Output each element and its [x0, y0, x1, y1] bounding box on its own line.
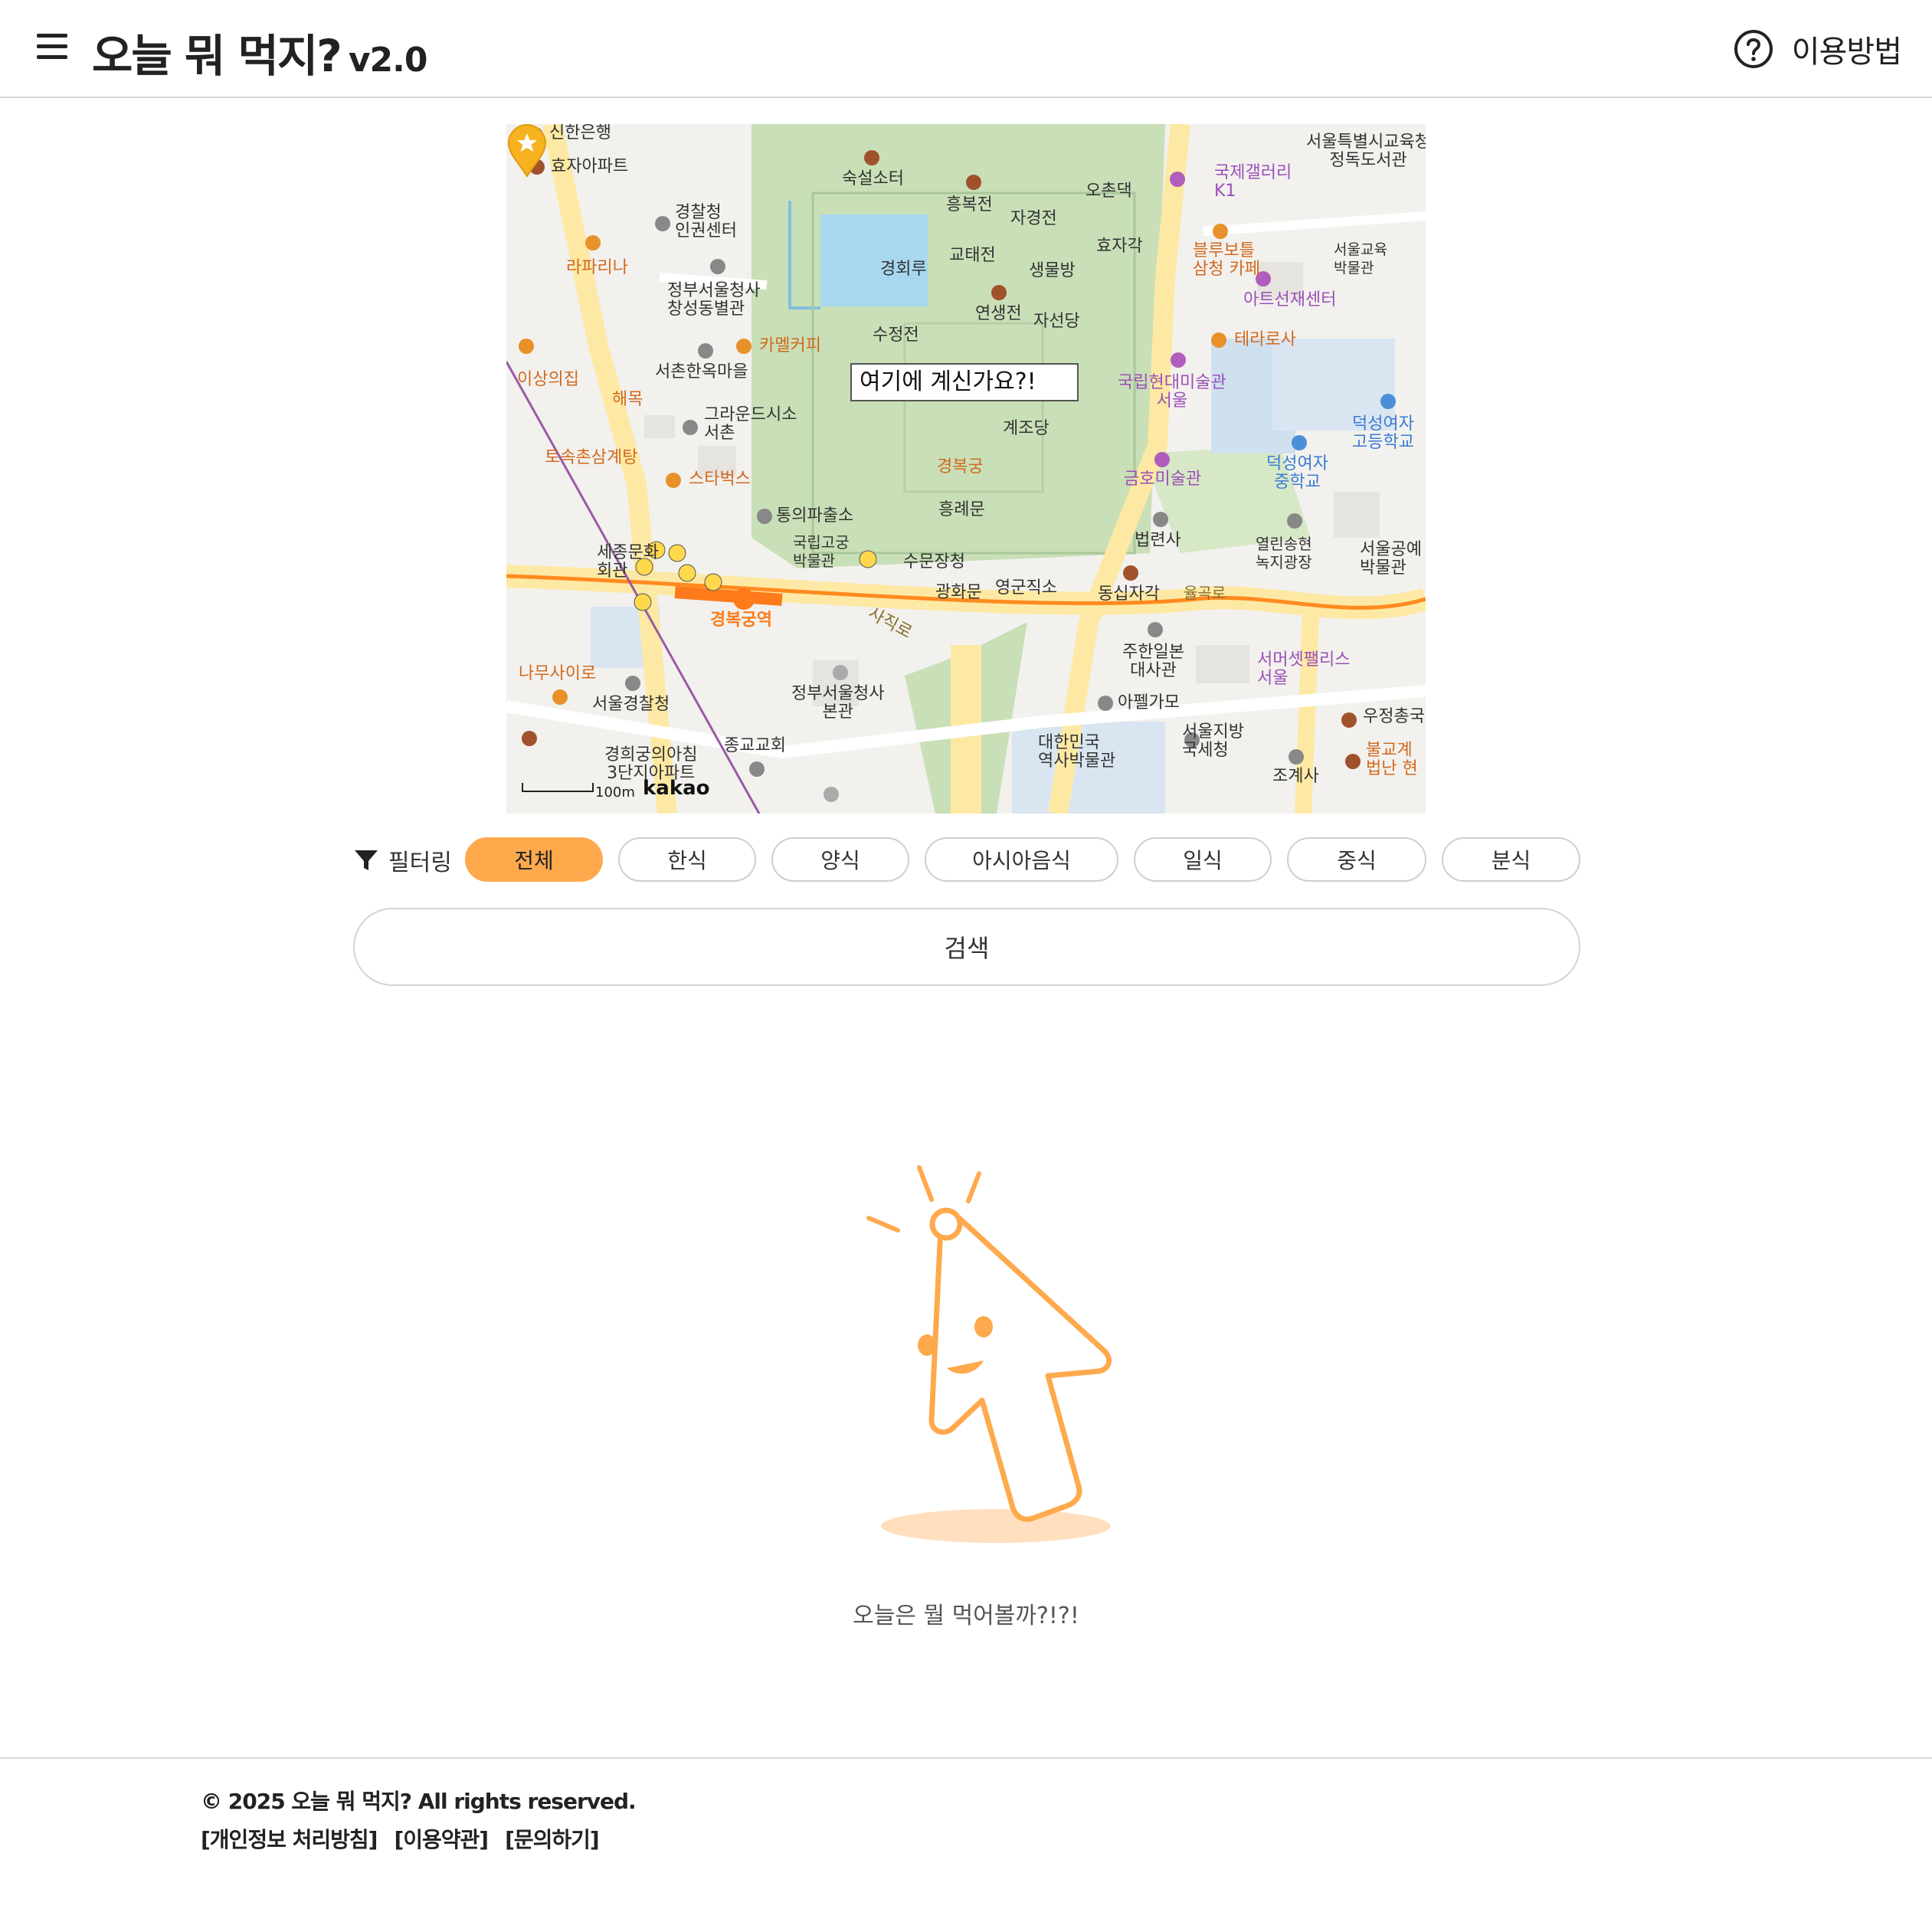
filter-icon	[355, 850, 378, 870]
map-label: 연생전	[975, 304, 1022, 323]
map-label: 세종문화 회관	[597, 543, 659, 581]
map-label: 국립고궁 박물관	[793, 533, 850, 570]
map-label: 서울교육 박물관	[1334, 241, 1387, 277]
search-button[interactable]: 검색	[353, 908, 1580, 986]
map-label: 효자아파트	[551, 157, 629, 176]
map-label: 우정총국	[1363, 707, 1425, 726]
filter-row: 필터링 전체 한식 양식 아시아음식 일식 중식 분식	[353, 837, 1580, 883]
map-label: 덕성여자 고등학교	[1352, 414, 1414, 452]
map-provider-logo: kakao	[643, 777, 710, 800]
map-label: 경찰청 인권센터	[675, 203, 737, 241]
app-title-text: 오늘 뭐 먹지?	[92, 30, 342, 82]
menu-icon[interactable]	[37, 34, 67, 61]
copyright-text: © 2025 오늘 뭐 먹지? All rights reserved.	[201, 1789, 637, 1814]
filter-label: 필터링	[388, 850, 452, 876]
map-label: 서울특별시교육청 정독도서관	[1306, 133, 1426, 170]
map-label: 광화문	[935, 583, 982, 602]
location-tooltip: 여기에 계신가요?!	[850, 363, 1079, 401]
map-label: 서머셋팰리스 서울	[1257, 650, 1351, 688]
map-label: 금호미술관	[1124, 470, 1202, 489]
map-label: 효자각	[1096, 237, 1143, 256]
map-label: 흥복전	[946, 195, 993, 214]
map-label: 통의파출소	[776, 506, 854, 526]
map-label: 테라로사	[1234, 330, 1296, 349]
contact-link[interactable]: [문의하기]	[505, 1823, 600, 1854]
map-label: 계조당	[1003, 419, 1050, 438]
map-label: 나무사이로	[519, 664, 597, 683]
map-label: 덕성여자 중학교	[1266, 454, 1328, 492]
map-label: 정부서울청사 창성동별관	[667, 281, 761, 319]
map-label: 경복궁	[937, 457, 984, 476]
map-label: 열린송현 녹지광장	[1256, 535, 1312, 571]
map-label: 자선당	[1033, 312, 1080, 331]
map-scale-bar	[522, 783, 594, 792]
filter-chip-snack[interactable]: 분식	[1442, 837, 1580, 882]
map-label: 불교계 법난 현	[1366, 741, 1418, 778]
privacy-policy-link[interactable]: [개인정보 처리방침]	[201, 1823, 378, 1854]
empty-state-message: 오늘은 뭘 먹어볼까?!?!	[853, 1603, 1079, 1629]
map-label-road: 율곡로	[1184, 584, 1226, 602]
filter-label-wrap: 필터링	[353, 837, 452, 883]
map-label: 오촌댁	[1086, 182, 1132, 201]
map-label: 수문장청	[903, 552, 965, 571]
map-label: 종교교회	[724, 736, 786, 755]
app-header: 오늘 뭐 먹지? v2.0 이용방법	[0, 0, 1932, 98]
map-label: 법련사	[1135, 531, 1181, 550]
map-label: 서울공예 박물관	[1360, 540, 1422, 578]
map-label: 스타벅스	[689, 470, 751, 489]
map-label: 서울경찰청	[592, 695, 670, 714]
map-label: 서촌한옥마을	[655, 362, 748, 381]
map-label: 서울지방 국세청	[1182, 722, 1244, 760]
map-label: 아펠가모	[1118, 693, 1180, 712]
map-label: 정부서울청사 본관	[791, 684, 885, 722]
map-view[interactable]: 신한은행 효자아파트 경찰청 인권센터 라파리나 정부서울청사 창성동별관 카멜…	[506, 124, 1426, 814]
filter-chip-chinese[interactable]: 중식	[1287, 837, 1426, 882]
app-title: 오늘 뭐 먹지? v2.0	[92, 20, 427, 84]
map-label: 교태전	[949, 246, 996, 265]
map-label-station: 경복궁역	[710, 611, 772, 630]
map-label: 생물방	[1029, 261, 1076, 280]
filter-chip-korean[interactable]: 한식	[618, 837, 756, 882]
filter-chip-western[interactable]: 양식	[771, 837, 909, 882]
map-label: 해목	[612, 390, 643, 409]
map-label: 조계사	[1272, 767, 1319, 786]
filter-chip-japanese[interactable]: 일식	[1134, 837, 1272, 882]
map-label: 블루보틀 삼청 카페	[1193, 241, 1260, 279]
map-label: 신한은행	[549, 124, 611, 142]
map-label: 동십자각	[1098, 584, 1160, 604]
map-label: 카멜커피	[759, 336, 821, 355]
pointer-mascot-icon	[866, 1165, 1112, 1543]
help-label: 이용방법	[1791, 34, 1902, 70]
map-label: 숙설소터	[842, 169, 904, 188]
map-label: 그라운드시소 서촌	[704, 405, 797, 443]
footer: © 2025 오늘 뭐 먹지? All rights reserved. [개인…	[0, 1757, 1932, 1909]
map-label: 주한일본 대사관	[1122, 643, 1184, 680]
terms-link[interactable]: [이용약관]	[394, 1823, 489, 1854]
app-version: v2.0	[348, 41, 428, 80]
map-label: 대한민국 역사박물관	[1038, 733, 1116, 771]
filter-chip-all[interactable]: 전체	[465, 837, 603, 882]
map-label: 수정전	[873, 326, 919, 345]
map-label: 영군직소	[995, 578, 1057, 598]
footer-links: [개인정보 처리방침] [이용약관] [문의하기]	[201, 1823, 616, 1854]
filter-chip-asian[interactable]: 아시아음식	[925, 837, 1118, 882]
help-button[interactable]: 이용방법	[1734, 26, 1902, 72]
help-icon	[1734, 30, 1773, 68]
map-label: 흥례문	[938, 500, 985, 519]
map-label: 자경전	[1010, 209, 1057, 228]
map-label: 이상의집	[517, 370, 579, 389]
map-pin-icon[interactable]	[506, 124, 548, 178]
map-label: 국제갤러리 K1	[1214, 163, 1292, 201]
map-label: 경회루	[880, 260, 927, 279]
map-label: 토속촌삼계탕	[545, 448, 638, 467]
map-label: 국립현대미술관 서울	[1118, 373, 1226, 411]
map-scale-label: 100m	[595, 784, 635, 801]
map-label: 아트선재센터	[1243, 290, 1337, 309]
map-label: 라파리나	[566, 258, 628, 277]
